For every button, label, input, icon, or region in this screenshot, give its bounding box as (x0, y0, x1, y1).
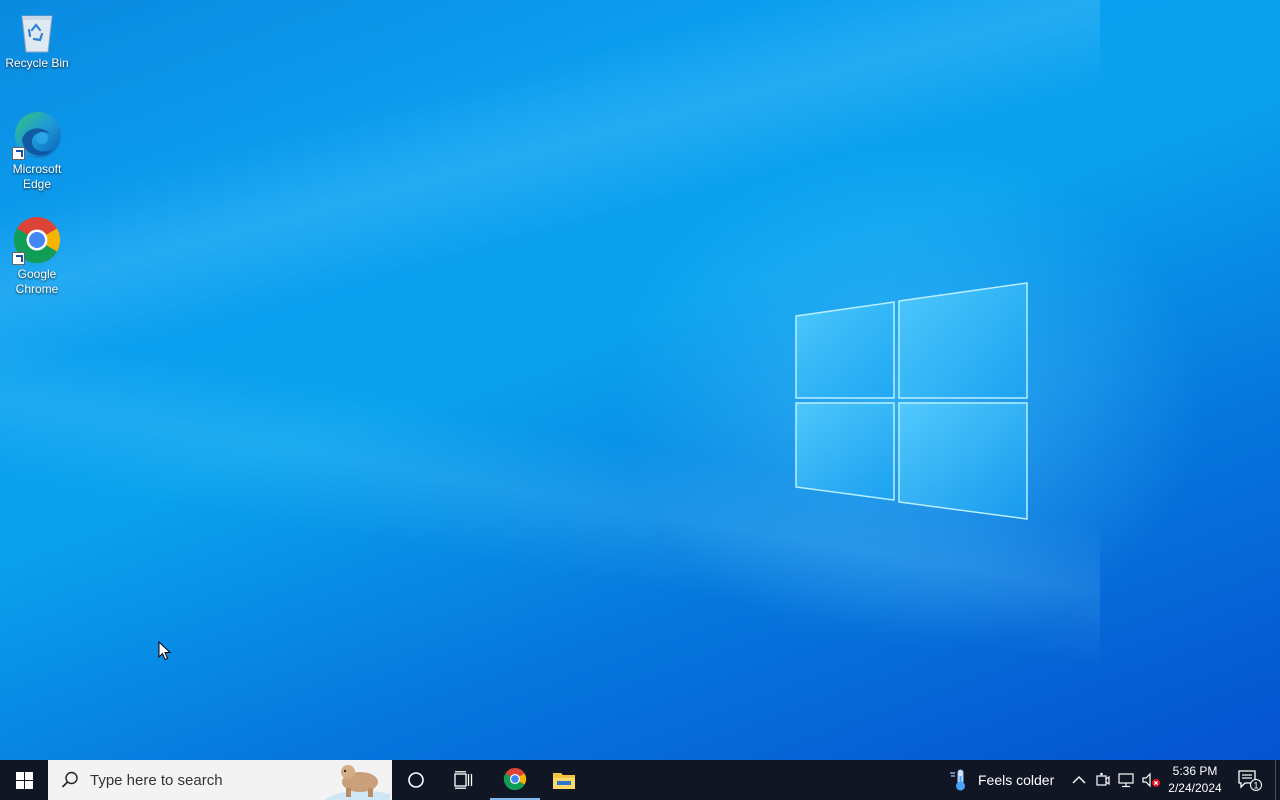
task-view-button[interactable] (440, 760, 488, 800)
desktop-icon-google-chrome[interactable]: Google Chrome (0, 215, 74, 297)
search-icon (61, 771, 78, 788)
desktop-icon-microsoft-edge[interactable]: Microsoft Edge (0, 110, 74, 192)
desktop-icon-recycle-bin[interactable]: Recycle Bin (0, 8, 74, 71)
shortcut-arrow-icon (12, 252, 25, 265)
desktop[interactable]: Recycle Bin Microsoft Edge Google Chrome (0, 0, 1280, 760)
chevron-up-icon (1072, 776, 1086, 784)
tray-network-button[interactable] (1115, 760, 1139, 800)
thermometer-icon (950, 769, 965, 791)
volume-muted-icon (1142, 772, 1160, 788)
weather-text: Feels colder (978, 772, 1055, 788)
show-desktop-button[interactable] (1275, 760, 1280, 800)
meet-camera-icon (1096, 772, 1110, 786)
file-explorer-icon (553, 773, 575, 789)
clock[interactable]: 5:36 PM 2/24/2024 (1162, 760, 1228, 800)
shortcut-arrow-icon (12, 147, 25, 160)
network-icon (1118, 773, 1134, 788)
clock-date: 2/24/2024 (1168, 781, 1222, 795)
task-view-icon (454, 771, 473, 789)
clock-time: 5:36 PM (1172, 764, 1218, 778)
notification-center-icon: 1 (1238, 770, 1262, 791)
search-box[interactable]: Type here to search (48, 760, 392, 800)
desktop-icon-label: Microsoft Edge (12, 162, 62, 191)
search-placeholder: Type here to search (90, 771, 223, 789)
desktop-icon-label: Recycle Bin (5, 56, 69, 70)
start-button[interactable] (0, 760, 48, 800)
taskbar-file-explorer-button[interactable] (540, 760, 588, 800)
notification-count-badge: 1 (1253, 781, 1258, 791)
windows-start-icon (15, 771, 33, 789)
cortana-button[interactable] (392, 760, 440, 800)
desktop-icon-label: Google Chrome (15, 267, 59, 296)
weather-widget[interactable]: Feels colder (946, 760, 1054, 800)
show-hidden-icons-button[interactable] (1067, 760, 1091, 800)
chrome-icon (503, 767, 527, 791)
tray-volume-button[interactable] (1139, 760, 1163, 800)
search-highlight-illustration (324, 765, 390, 800)
tray-meet-now-button[interactable] (1091, 760, 1115, 800)
taskbar-chrome-button[interactable] (490, 760, 540, 800)
mouse-cursor-icon (158, 641, 172, 661)
notifications-button[interactable]: 1 (1230, 760, 1270, 800)
taskbar: Type here to search Feels colder 5:36 PM… (0, 760, 1280, 800)
recycle-bin-icon (21, 15, 53, 53)
cortana-circle-icon (408, 772, 424, 788)
windows-wallpaper-logo (795, 282, 1028, 520)
